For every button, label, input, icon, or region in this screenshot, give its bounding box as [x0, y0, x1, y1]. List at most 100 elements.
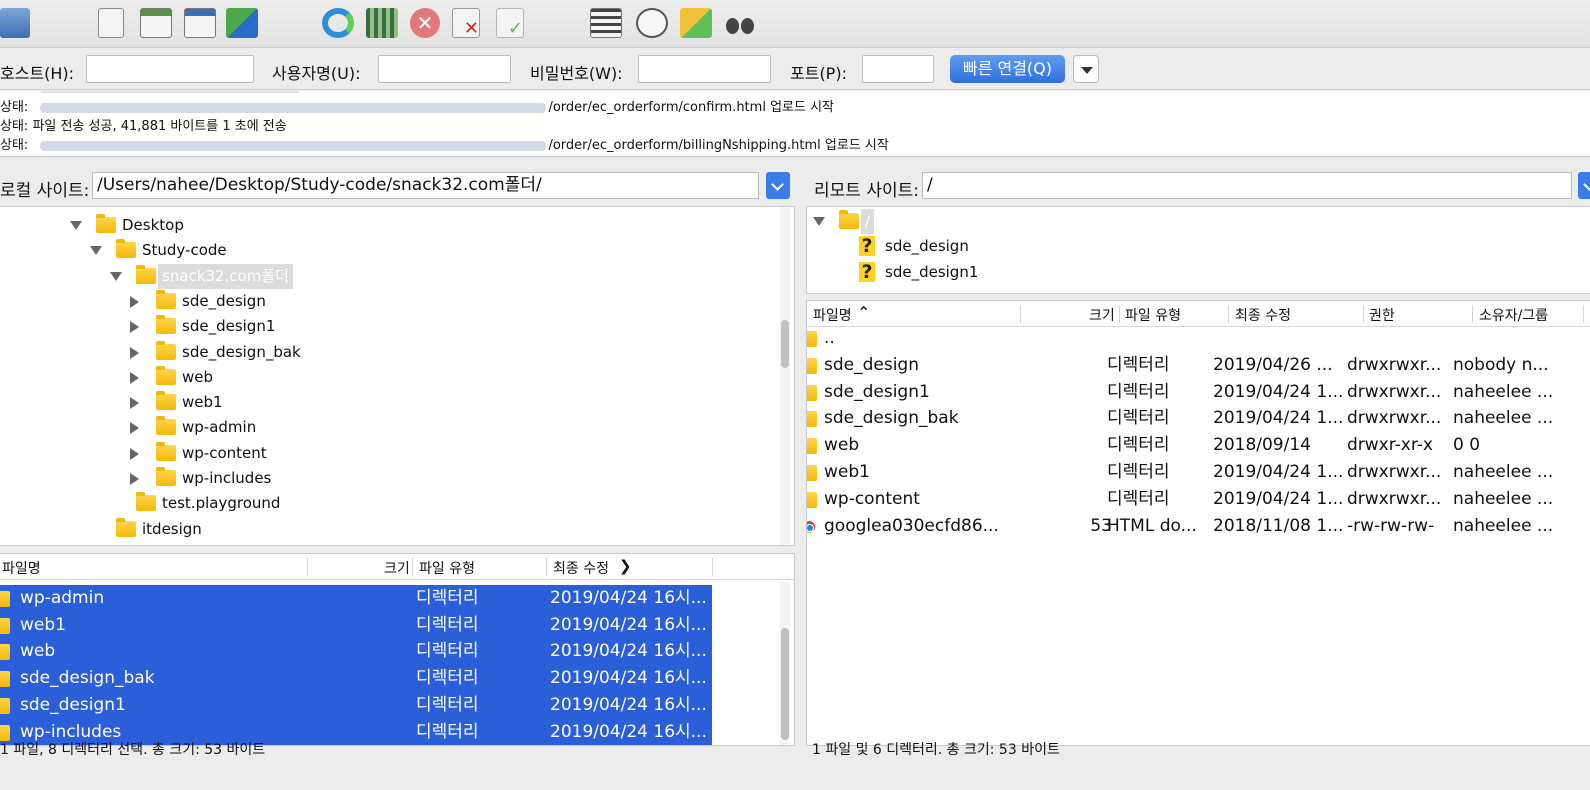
column-divider[interactable] [1583, 305, 1584, 323]
col-header-filename[interactable]: 파일명 [813, 305, 852, 325]
quickconnect-history-dropdown[interactable] [1073, 55, 1099, 83]
collapsed-arrow-icon[interactable] [130, 295, 139, 308]
column-divider[interactable] [712, 558, 713, 576]
column-divider[interactable] [546, 558, 547, 576]
tree-node[interactable]: snack32.com폴더 [0, 263, 760, 289]
tree-node[interactable]: sde_design [0, 289, 760, 314]
local-site-bar: 로컬 사이트: /Users/nahee/Desktop/Study-code/… [0, 168, 790, 204]
local-file-list[interactable]: 파일명 크기 파일 유형 최종 수정 ❯ wp-admin 디렉터리 2019/04… [0, 553, 795, 746]
directory-listing-icon[interactable] [590, 8, 622, 38]
tree-node[interactable]: web1 [0, 390, 760, 415]
local-tree-toggle-icon[interactable] [140, 8, 172, 38]
cancel-icon[interactable]: ✕ [410, 8, 440, 38]
remote-tree-toggle-icon[interactable] [184, 8, 216, 38]
collapsed-arrow-icon[interactable] [130, 321, 139, 334]
column-divider[interactable] [1472, 305, 1473, 323]
local-list-scrollbar[interactable] [780, 582, 790, 745]
search-files-icon[interactable] [636, 8, 668, 38]
column-divider[interactable] [1228, 305, 1229, 323]
tree-node[interactable]: wp-content [0, 441, 760, 466]
tree-node[interactable]: / [807, 209, 1567, 234]
host-input[interactable] [86, 55, 254, 83]
password-input[interactable] [638, 55, 771, 83]
reconnect-icon[interactable]: ✓ [496, 8, 524, 39]
remote-file-list[interactable]: 파일명 ⌃ 크기 파일 유형 최종 수정 권한 소유자/그룹 .. sde_des… [806, 300, 1590, 746]
tree-node[interactable]: wp-admin [0, 415, 760, 440]
tree-node[interactable]: wp-includes [0, 466, 760, 491]
file-row[interactable]: wp-content 디렉터리 2019/04/24 1... drwxrwxr...… [807, 486, 1590, 513]
quickconnect-button[interactable]: 빠른 연결(Q) [950, 55, 1065, 83]
file-row[interactable]: wp-admin 디렉터리 2019/04/24 16시... [0, 585, 712, 612]
col-header-owner[interactable]: 소유자/그룹 [1479, 305, 1548, 325]
col-header-size[interactable]: 크기 [1089, 305, 1115, 325]
message-log[interactable]: 상태: /order/ec_orderform/confirm.html 업로드… [0, 91, 1590, 157]
col-header-modified[interactable]: 최종 수정 [553, 558, 609, 578]
collapsed-arrow-icon[interactable] [130, 346, 139, 359]
collapsed-arrow-icon[interactable] [130, 473, 139, 485]
local-directory-tree[interactable]: Desktop Study-code snack32.com폴더 sde_design… [0, 206, 795, 546]
file-row[interactable]: sde_design1 디렉터리 2019/04/24 1... drwxrwxr..… [807, 379, 1590, 406]
file-row[interactable]: .. [807, 325, 1590, 352]
col-header-filename[interactable]: 파일명 [2, 558, 41, 578]
file-row[interactable]: web 디렉터리 2019/04/24 16시... [0, 638, 712, 666]
port-input[interactable] [862, 55, 934, 83]
col-header-type[interactable]: 파일 유형 [419, 558, 475, 578]
local-path-dropdown[interactable] [766, 172, 790, 199]
file-modified: 2019/04/24 1... [1213, 381, 1344, 402]
collapsed-arrow-icon[interactable] [130, 422, 139, 435]
file-row[interactable]: sde_design_bak 디렉터리 2019/04/24 16시... [0, 665, 712, 693]
refresh-icon[interactable] [322, 8, 354, 38]
expanded-arrow-icon[interactable] [70, 221, 82, 230]
unknown-folder-icon: ? [859, 236, 875, 257]
file-row[interactable]: sde_design 디렉터리 2019/04/26 ... drwxrwxr... n… [807, 352, 1590, 379]
username-input[interactable] [378, 55, 511, 83]
expanded-arrow-icon[interactable] [90, 246, 102, 256]
tree-node[interactable]: Study-code [0, 238, 760, 263]
tree-node[interactable]: ? sde_design1 [807, 260, 1567, 285]
col-header-permissions[interactable]: 권한 [1369, 305, 1395, 325]
collapsed-arrow-icon[interactable] [130, 397, 139, 410]
tree-node[interactable]: web [0, 365, 760, 390]
binoculars-icon[interactable] [724, 8, 756, 38]
sync-browse-icon[interactable] [680, 8, 712, 38]
folder-icon [156, 391, 176, 411]
tree-node[interactable]: ? sde_design [807, 234, 1567, 259]
local-path-input[interactable]: /Users/nahee/Desktop/Study-code/snack32.… [92, 172, 759, 199]
folder-icon [807, 357, 817, 374]
disconnect-icon[interactable]: ✕ [452, 8, 480, 39]
collapsed-arrow-icon[interactable] [130, 371, 139, 384]
tree-node[interactable]: itdesign [0, 517, 760, 542]
column-divider[interactable] [1119, 305, 1120, 323]
remote-path-dropdown[interactable] [1578, 172, 1590, 199]
column-divider[interactable] [1363, 305, 1364, 323]
tree-node-label: wp-content [182, 443, 267, 462]
local-tree-scrollbar[interactable] [780, 207, 790, 545]
col-header-type[interactable]: 파일 유형 [1125, 305, 1181, 325]
column-divider[interactable] [307, 558, 308, 576]
col-header-modified[interactable]: 최종 수정 [1235, 305, 1291, 325]
expanded-arrow-icon[interactable] [813, 217, 825, 226]
site-manager-icon[interactable] [0, 8, 30, 38]
remote-directory-tree[interactable]: /? sde_design? sde_design1 [806, 206, 1590, 294]
collapsed-arrow-icon[interactable] [130, 447, 139, 460]
file-row[interactable]: web1 디렉터리 2019/04/24 1... drwxrwxr... naheel… [807, 459, 1590, 486]
remote-path-input[interactable]: / [922, 172, 1572, 199]
log-toggle-icon[interactable] [98, 8, 124, 38]
file-row[interactable]: googlea030ecfd86... 53 HTML do... 2018/11/0… [807, 513, 1590, 540]
scroll-thumb[interactable] [781, 320, 789, 368]
tree-node[interactable]: sde_design1 [0, 314, 760, 339]
tree-node[interactable]: Desktop [0, 213, 760, 238]
filter-settings-icon[interactable] [366, 8, 398, 38]
scroll-thumb[interactable] [781, 628, 789, 740]
col-header-size[interactable]: 크기 [384, 558, 410, 578]
file-row[interactable]: web 디렉터리 2018/09/14 drwxr-xr-x 0 0 [807, 432, 1590, 459]
column-divider[interactable] [1020, 305, 1021, 323]
transfer-queue-icon[interactable] [226, 8, 258, 38]
expanded-arrow-icon[interactable] [110, 271, 122, 281]
tree-node[interactable]: sde_design_bak [0, 340, 760, 365]
tree-node[interactable]: test.playground [0, 491, 760, 516]
file-row[interactable]: sde_design_bak 디렉터리 2019/04/24 1... drwxrwx… [807, 405, 1590, 432]
file-row[interactable]: web1 디렉터리 2019/04/24 16시... [0, 611, 712, 639]
file-row[interactable]: sde_design1 디렉터리 2019/04/24 16시... [0, 691, 712, 719]
column-divider[interactable] [412, 558, 413, 576]
